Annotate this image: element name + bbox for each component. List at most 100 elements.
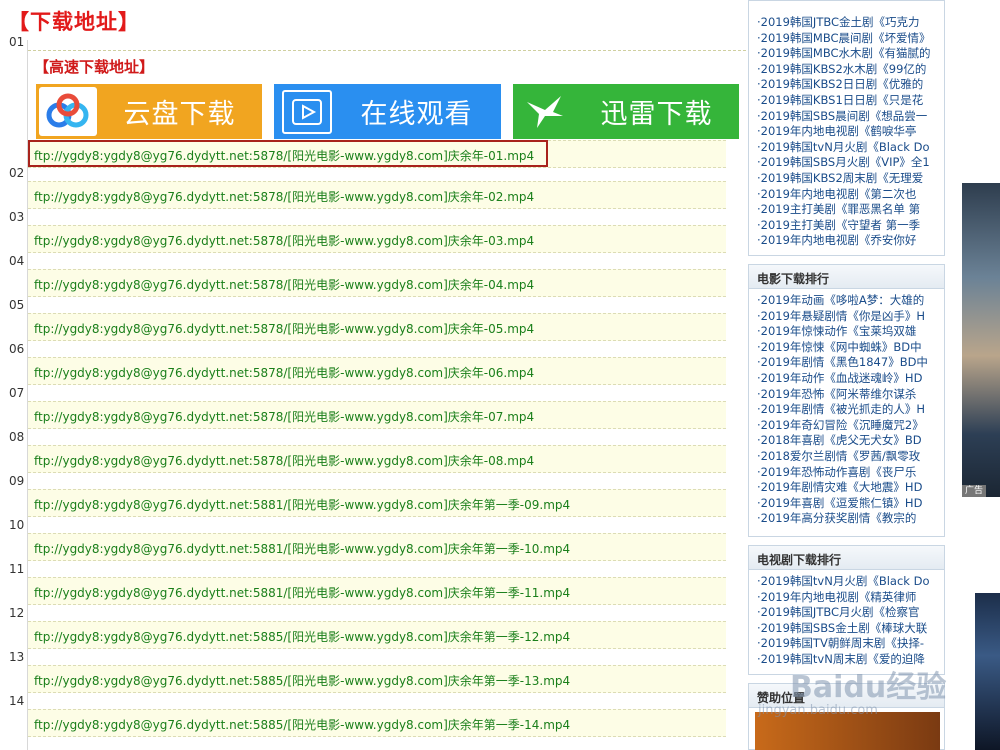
download-link-row: ftp://ygdy8:ygdy8@yg76.dydytt.net:5881/[…: [28, 577, 726, 605]
ftp-download-link[interactable]: ftp://ygdy8:ygdy8@yg76.dydytt.net:5878/[…: [34, 408, 534, 425]
sidebar-list-item[interactable]: 2019主打美剧《罪恶黑名单 第: [757, 202, 944, 218]
episode-number: 12: [9, 606, 25, 620]
sidebar-list-item[interactable]: 2019韩国MBC晨间剧《坏爱情》: [757, 31, 944, 47]
sidebar-list-item[interactable]: 2019韩国tvN月火剧《Black Do: [757, 140, 944, 156]
sidebar-list-item[interactable]: 2019韩国SBS金土剧《棒球大联: [757, 621, 944, 637]
cloud-download-button[interactable]: 云盘下载: [36, 84, 262, 139]
sidebar-list-item[interactable]: 2019年剧情《被光抓走的人》H: [757, 402, 944, 418]
ftp-download-link[interactable]: ftp://ygdy8:ygdy8@yg76.dydytt.net:5878/[…: [34, 452, 534, 469]
ftp-download-link[interactable]: ftp://ygdy8:ygdy8@yg76.dydytt.net:5878/[…: [34, 232, 534, 249]
high-speed-download-box: 【高速下载地址】 云盘下载 在线观看 迅雷下载: [28, 50, 746, 139]
xunlei-download-button[interactable]: 迅雷下载: [513, 84, 739, 139]
sidebar-list-item[interactable]: 2019韩国TV朝鲜周末剧《抉择-: [757, 636, 944, 652]
sidebar-list-item[interactable]: 2019年内地电视剧《鹤唳华亭: [757, 124, 944, 140]
sidebar-list-item[interactable]: 2019韩国SBS晨间剧《想品尝一: [757, 109, 944, 125]
ftp-download-link[interactable]: ftp://ygdy8:ygdy8@yg76.dydytt.net:5878/[…: [34, 188, 534, 205]
sidebar-list-item[interactable]: 2019韩国JTBC金土剧《巧克力: [757, 15, 944, 31]
sidebar-list-item[interactable]: 2019韩国MBC水木剧《有猫腻的: [757, 46, 944, 62]
download-link-row: ftp://ygdy8:ygdy8@yg76.dydytt.net:5878/[…: [28, 357, 726, 385]
episode-number: 14: [9, 694, 25, 708]
sidebar-list-item[interactable]: 2019韩国JTBC月火剧《检察官: [757, 605, 944, 621]
ftp-download-link[interactable]: ftp://ygdy8:ygdy8@yg76.dydytt.net:5885/[…: [34, 672, 570, 689]
sidebar-list-item[interactable]: 2019韩国KBS2周末剧《无理爱: [757, 171, 944, 187]
watch-online-button[interactable]: 在线观看: [274, 84, 501, 139]
sidebar-list-item[interactable]: 2019韩国tvN月火剧《Black Do: [757, 574, 944, 590]
episode-number: 05: [9, 298, 25, 312]
sidebar-list-item[interactable]: 2019年内地电视剧《精英律师: [757, 590, 944, 606]
play-icon: [282, 89, 332, 134]
download-link-row: ftp://ygdy8:ygdy8@yg76.dydytt.net:5881/[…: [28, 489, 726, 517]
sidebar-list-item[interactable]: 2019韩国KBS2水木剧《99亿的: [757, 62, 944, 78]
episode-number: 06: [9, 342, 25, 356]
page: 【下载地址】 01 02 03 04 05 06 07 08 09 10 11 12 13 14 【高速下…: [0, 0, 1000, 750]
ftp-download-link[interactable]: ftp://ygdy8:ygdy8@yg76.dydytt.net:5878/[…: [34, 364, 534, 381]
episode-number: 04: [9, 254, 25, 268]
tv-rank-title: 电视剧下载排行: [749, 546, 944, 570]
baidu-jingyan-watermark: Baidu经验: [790, 670, 947, 705]
episode-number: 13: [9, 650, 25, 664]
ad-banner[interactable]: [962, 183, 1000, 497]
sidebar-list-item[interactable]: 2019年奇幻冒险《沉睡魔咒2》: [757, 418, 944, 434]
episode-number: 09: [9, 474, 25, 488]
sidebar-list-item[interactable]: 2019年动画《哆啦A梦：大雄的: [757, 293, 944, 309]
watch-online-label: 在线观看: [360, 99, 473, 130]
download-link-row: ftp://ygdy8:ygdy8@yg76.dydytt.net:5885/[…: [28, 665, 726, 693]
download-link-row: ftp://ygdy8:ygdy8@yg76.dydytt.net:5878/[…: [28, 445, 726, 473]
ftp-download-link[interactable]: ftp://ygdy8:ygdy8@yg76.dydytt.net:5881/[…: [34, 540, 570, 557]
ad-banner-2[interactable]: [975, 593, 1000, 750]
download-address-title: 【下载地址】: [8, 10, 140, 34]
sidebar-list-item[interactable]: 2019韩国SBS月火剧《VIP》全1: [757, 155, 944, 171]
sidebar-list-item[interactable]: 2019年剧情灾难《大地震》HD: [757, 480, 944, 496]
ftp-download-link[interactable]: ftp://ygdy8:ygdy8@yg76.dydytt.net:5878/[…: [34, 276, 534, 293]
download-link-row: ftp://ygdy8:ygdy8@yg76.dydytt.net:5878/[…: [28, 225, 726, 253]
main-content: 【下载地址】 01 02 03 04 05 06 07 08 09 10 11 12 13 14 【高速下…: [0, 0, 746, 750]
sidebar-list-item[interactable]: 2019年内地电视剧《第二次也: [757, 187, 944, 203]
download-link-row: ftp://ygdy8:ygdy8@yg76.dydytt.net:5885/[…: [28, 621, 726, 649]
download-link-row: ftp://ygdy8:ygdy8@yg76.dydytt.net:5881/[…: [28, 533, 726, 561]
download-link-row: ftp://ygdy8:ygdy8@yg76.dydytt.net:5878/[…: [28, 269, 726, 297]
thunder-bird-icon: [516, 87, 574, 136]
sidebar-list-item[interactable]: 2018爱尔兰剧情《罗茜/飘零玫: [757, 449, 944, 465]
sidebar-list-item[interactable]: 2019年喜剧《逗爱熊仁镇》HD: [757, 496, 944, 512]
baidu-cloud-icon: [39, 87, 97, 136]
episode-number: 02: [9, 166, 25, 180]
top-drama-box: 2019韩国JTBC金土剧《巧克力2019韩国MBC晨间剧《坏爱情》2019韩国…: [748, 0, 945, 256]
sidebar-list-item[interactable]: 2019主打美剧《守望者 第一季: [757, 218, 944, 234]
movie-rank-box: 电影下载排行 2019年动画《哆啦A梦：大雄的2019年悬疑剧情《你是凶手》H2…: [748, 264, 945, 537]
sidebar-list-item[interactable]: 2019年恐怖动作喜剧《丧尸乐: [757, 465, 944, 481]
high-speed-label: 【高速下载地址】: [34, 58, 155, 76]
episode-number: 11: [9, 562, 25, 576]
ftp-download-link[interactable]: ftp://ygdy8:ygdy8@yg76.dydytt.net:5885/[…: [34, 716, 570, 733]
sidebar-list-item[interactable]: 2018年喜剧《虎父无犬女》BD: [757, 433, 944, 449]
tv-rank-box: 电视剧下载排行 2019韩国tvN月火剧《Black Do2019年内地电视剧《…: [748, 545, 945, 675]
episode-number: 08: [9, 430, 25, 444]
highlight-box: [28, 140, 548, 167]
sidebar-list-item[interactable]: 2019年惊悚《网中蜘蛛》BD中: [757, 340, 944, 356]
xunlei-download-label: 迅雷下载: [600, 99, 713, 130]
ad-tag: 广告: [962, 485, 986, 497]
download-link-row: ftp://ygdy8:ygdy8@yg76.dydytt.net:5878/[…: [28, 401, 726, 429]
sidebar-list-item[interactable]: 2019韩国KBS2日日剧《优雅的: [757, 77, 944, 93]
sidebar-list-item[interactable]: 2019年动作《血战迷魂岭》HD: [757, 371, 944, 387]
cloud-download-label: 云盘下载: [123, 99, 236, 130]
sidebar-list-item[interactable]: 2019年高分获奖剧情《教宗的: [757, 511, 944, 527]
sidebar-list-item[interactable]: 2019年剧情《黑色1847》BD中: [757, 355, 944, 371]
episode-number: 07: [9, 386, 25, 400]
sidebar-list-item[interactable]: 2019年惊悚动作《宝莱坞双雄: [757, 324, 944, 340]
movie-rank-title: 电影下载排行: [749, 265, 944, 289]
download-link-row: ftp://ygdy8:ygdy8@yg76.dydytt.net:5878/[…: [28, 181, 726, 209]
ftp-download-link[interactable]: ftp://ygdy8:ygdy8@yg76.dydytt.net:5881/[…: [34, 496, 570, 513]
watermark-url: jingyan.baidu.com: [758, 703, 878, 718]
episode-number: 01: [9, 35, 25, 49]
sidebar-list-item[interactable]: 2019年恐怖《阿米蒂维尔谋杀: [757, 387, 944, 403]
sidebar-list-item[interactable]: 2019年内地电视剧《乔安你好: [757, 233, 944, 249]
ftp-download-link[interactable]: ftp://ygdy8:ygdy8@yg76.dydytt.net:5885/[…: [34, 628, 570, 645]
sidebar: 2019韩国JTBC金土剧《巧克力2019韩国MBC晨间剧《坏爱情》2019韩国…: [748, 0, 945, 750]
download-link-row: ftp://ygdy8:ygdy8@yg76.dydytt.net:5885/[…: [28, 709, 726, 737]
ftp-download-link[interactable]: ftp://ygdy8:ygdy8@yg76.dydytt.net:5881/[…: [34, 584, 570, 601]
download-link-row: ftp://ygdy8:ygdy8@yg76.dydytt.net:5878/[…: [28, 313, 726, 341]
sidebar-list-item[interactable]: 2019年悬疑剧情《你是凶手》H: [757, 309, 944, 325]
episode-number: 03: [9, 210, 25, 224]
ftp-download-link[interactable]: ftp://ygdy8:ygdy8@yg76.dydytt.net:5878/[…: [34, 320, 534, 337]
sidebar-list-item[interactable]: 2019韩国KBS1日日剧《只是花: [757, 93, 944, 109]
